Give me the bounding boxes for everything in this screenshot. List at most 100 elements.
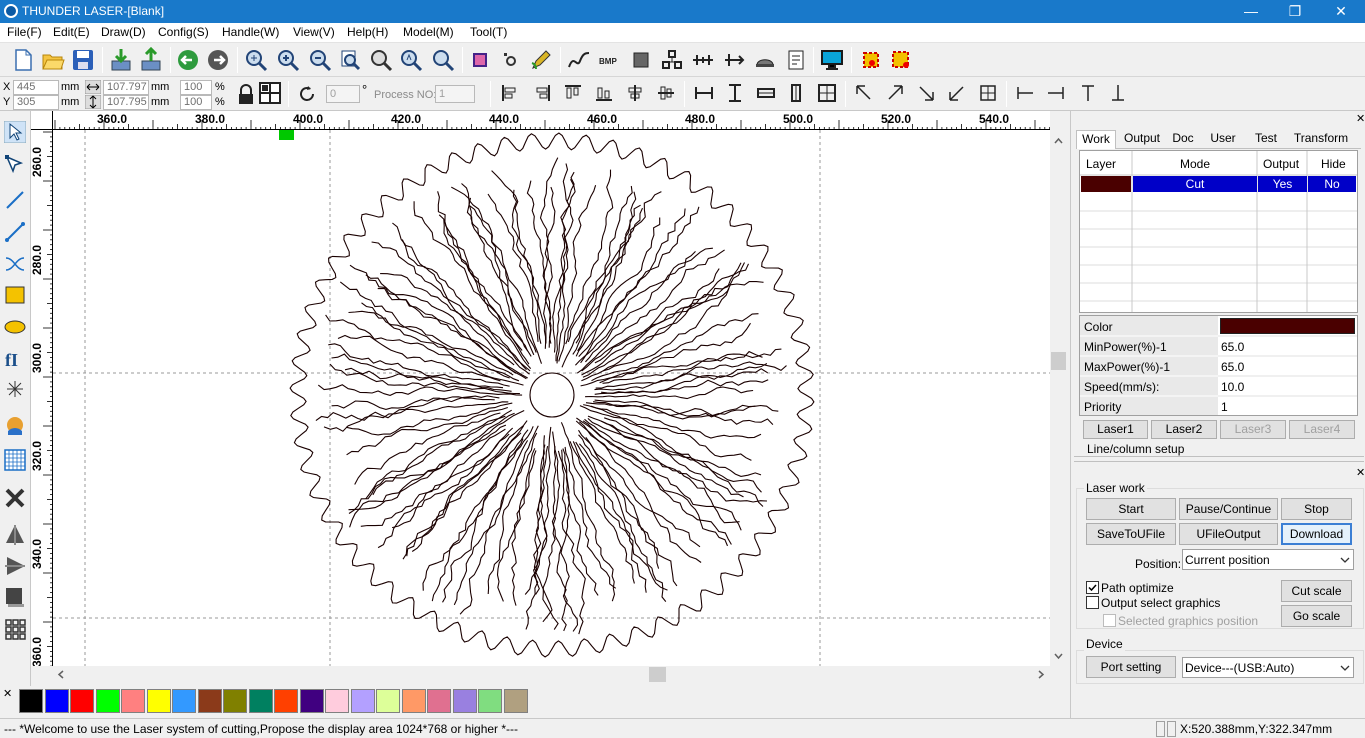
width-lock-icon[interactable]: [85, 80, 101, 94]
position-select[interactable]: Current position: [1182, 549, 1354, 570]
height-lock-icon[interactable]: [85, 95, 101, 109]
mirror-horizontal-icon[interactable]: [4, 524, 26, 546]
laser-frame-icon[interactable]: [888, 47, 914, 73]
palette-swatch-pink[interactable]: [325, 689, 349, 713]
nudge-left-icon[interactable]: [1015, 83, 1035, 103]
nudge-right-icon[interactable]: [1046, 83, 1066, 103]
center-horizontal-icon[interactable]: [625, 83, 645, 103]
undo-icon[interactable]: [175, 47, 201, 73]
ellipse-tool-icon[interactable]: [4, 316, 26, 338]
distribute-vertical-icon[interactable]: [786, 83, 806, 103]
palette-swatch-lavender[interactable]: [351, 689, 375, 713]
zoom-select-icon[interactable]: [398, 47, 424, 73]
pen-edit-icon[interactable]: [528, 47, 554, 73]
center-vertical-icon[interactable]: [656, 83, 676, 103]
palette-swatch-yellow[interactable]: [147, 689, 171, 713]
dot-tool-icon[interactable]: [4, 378, 26, 400]
drawing-canvas[interactable]: [53, 130, 1050, 666]
grid-array-icon[interactable]: [4, 449, 26, 471]
close-button[interactable]: ✕: [1318, 0, 1364, 23]
line-tool-icon[interactable]: [4, 189, 26, 211]
zoom-page-icon[interactable]: [337, 47, 363, 73]
import-icon[interactable]: [108, 47, 134, 73]
save-icon[interactable]: [70, 47, 96, 73]
zoom-out-icon[interactable]: [307, 47, 333, 73]
palette-swatch-lime[interactable]: [376, 689, 400, 713]
same-width-icon[interactable]: [694, 83, 714, 103]
layer-output-cell[interactable]: Yes: [1258, 176, 1307, 192]
palette-swatch-green[interactable]: [96, 689, 120, 713]
zoom-hand-icon[interactable]: [430, 47, 456, 73]
horizontal-scrollbar[interactable]: [53, 666, 1050, 683]
laser1-button[interactable]: Laser1: [1083, 420, 1148, 439]
lock-icon[interactable]: [236, 84, 256, 106]
move-top-left-icon[interactable]: [854, 83, 874, 103]
width-input[interactable]: 107.797: [103, 80, 149, 95]
ufile-output-button[interactable]: UFileOutput: [1179, 523, 1278, 545]
menu-view[interactable]: View(V): [293, 25, 335, 39]
process-number-input[interactable]: 1: [435, 85, 475, 103]
palette-swatch-mint[interactable]: [478, 689, 502, 713]
height-input[interactable]: 107.795: [103, 95, 149, 110]
fill-rect-icon[interactable]: [628, 47, 654, 73]
zoom-in-icon[interactable]: [275, 47, 301, 73]
nudge-up-icon[interactable]: [1078, 83, 1098, 103]
combine-icon[interactable]: [659, 47, 685, 73]
rotate-icon[interactable]: [296, 83, 318, 105]
layer-mode-cell[interactable]: Cut: [1133, 176, 1257, 192]
x-position-input[interactable]: 445: [13, 80, 59, 95]
laser3-button[interactable]: Laser3: [1220, 420, 1286, 439]
zoom-all-icon[interactable]: [368, 47, 394, 73]
move-center-icon[interactable]: [978, 83, 998, 103]
width-percent-input[interactable]: 100: [180, 80, 212, 95]
menu-draw[interactable]: Draw(D): [101, 25, 146, 39]
menu-edit[interactable]: Edit(E): [53, 25, 90, 39]
laser-head-icon[interactable]: [752, 47, 778, 73]
tab-user[interactable]: User: [1204, 130, 1242, 148]
align-bottom-icon[interactable]: [594, 83, 614, 103]
menu-config[interactable]: Config(S): [158, 25, 209, 39]
angle-input[interactable]: 0: [326, 85, 360, 103]
new-file-icon[interactable]: [10, 47, 36, 73]
restore-button[interactable]: ❐: [1272, 0, 1318, 23]
move-bottom-left-icon[interactable]: [947, 83, 967, 103]
palette-swatch-orange[interactable]: [274, 689, 298, 713]
palette-swatch-sky[interactable]: [172, 689, 196, 713]
polyline-tool-icon[interactable]: [4, 221, 26, 243]
menu-help[interactable]: Help(H): [347, 25, 388, 39]
align-left-icon[interactable]: [500, 83, 520, 103]
export-icon[interactable]: [138, 47, 164, 73]
palette-swatch-blue[interactable]: [45, 689, 69, 713]
go-scale-button[interactable]: Go scale: [1281, 605, 1352, 627]
menu-model[interactable]: Model(M): [403, 25, 454, 39]
param-speed-value[interactable]: 10.0: [1221, 380, 1244, 394]
laser-work-close-icon[interactable]: ✕: [1356, 466, 1365, 479]
palette-swatch-black[interactable]: [19, 689, 43, 713]
start-button[interactable]: Start: [1086, 498, 1176, 520]
array-copy-icon[interactable]: [4, 618, 26, 640]
laser-maze-pattern[interactable]: [289, 132, 815, 658]
menu-tool[interactable]: Tool(T): [470, 25, 507, 39]
tab-test[interactable]: Test: [1246, 130, 1286, 148]
param-maxpower-value[interactable]: 65.0: [1221, 360, 1244, 374]
param-minpower-value[interactable]: 65.0: [1221, 340, 1244, 354]
palette-swatch-salmon[interactable]: [121, 689, 145, 713]
break-icon[interactable]: [721, 47, 747, 73]
vertical-scrollbar[interactable]: [1050, 130, 1067, 666]
device-select[interactable]: Device---(USB:Auto): [1182, 657, 1354, 678]
tab-output[interactable]: Output: [1118, 130, 1166, 148]
palette-swatch-khaki[interactable]: [504, 689, 528, 713]
monitor-icon[interactable]: [819, 47, 845, 73]
tab-transform[interactable]: Transform: [1290, 130, 1352, 148]
stop-button[interactable]: Stop: [1281, 498, 1352, 520]
delete-icon[interactable]: [4, 487, 26, 509]
param-color-value[interactable]: [1220, 318, 1355, 334]
path-optimize-checkbox[interactable]: [1086, 581, 1099, 594]
palette-swatch-teal[interactable]: [249, 689, 273, 713]
param-priority-value[interactable]: 1: [1221, 400, 1228, 414]
download-button[interactable]: Download: [1281, 523, 1352, 545]
y-position-input[interactable]: 305: [13, 95, 59, 110]
rectangle-tool-icon[interactable]: [4, 284, 26, 306]
selected-graphics-position-checkbox[interactable]: [1103, 614, 1116, 627]
menu-handle[interactable]: Handle(W): [222, 25, 279, 39]
